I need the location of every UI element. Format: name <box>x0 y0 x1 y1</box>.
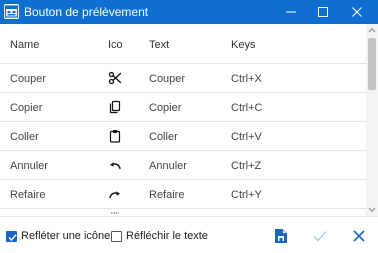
checkmark-icon <box>313 231 327 242</box>
reflect-icon-checkbox[interactable] <box>6 231 17 242</box>
row-keys: Ctrl+Z <box>231 160 262 172</box>
vertical-scrollbar[interactable] <box>366 24 378 216</box>
app-window-icon <box>4 4 19 19</box>
save-button[interactable] <box>271 226 291 246</box>
row-text: Copier <box>149 102 182 114</box>
row-text: Couper <box>149 73 186 85</box>
column-header-ico[interactable]: Ico <box>108 39 123 51</box>
save-file-icon <box>275 229 287 243</box>
window-title: Bouton de prélèvement <box>24 5 149 19</box>
scissors-icon <box>108 71 122 85</box>
close-window-button[interactable] <box>340 0 374 24</box>
maximize-icon <box>318 7 328 17</box>
undo-icon <box>108 158 122 172</box>
row-keys: Ctrl+Y <box>231 189 262 201</box>
table-row[interactable]: Copier Copier Ctrl+C <box>0 92 366 121</box>
minimize-icon <box>286 11 296 13</box>
table-row[interactable]: Annuler Annuler Ctrl+Z <box>0 150 366 179</box>
column-header-keys[interactable]: Keys <box>231 39 255 51</box>
row-text: Annuler <box>149 160 187 172</box>
clipboard-icon <box>108 129 122 143</box>
table-row[interactable]: Coller Coller Ctrl+V <box>0 121 366 150</box>
title-bar: Bouton de prélèvement <box>0 0 378 24</box>
minimize-button[interactable] <box>274 0 308 24</box>
maximize-button[interactable] <box>306 0 340 24</box>
row-keys: Ctrl+X <box>231 73 262 85</box>
command-table: Name Ico Text Keys Couper Couper Ctrl+X … <box>0 24 366 216</box>
scrollbar-thumb[interactable] <box>368 38 376 90</box>
table-row[interactable]: Refaire Refaire Ctrl+Y <box>0 179 366 208</box>
cancel-button[interactable] <box>349 226 369 246</box>
scroll-up-arrow-icon[interactable] <box>366 24 378 36</box>
row-name: Copier <box>10 102 43 114</box>
reflect-icon-label[interactable]: Refléter une icône <box>21 230 110 242</box>
column-header-text[interactable]: Text <box>149 39 169 51</box>
close-icon <box>353 230 365 242</box>
row-name: Couper <box>10 73 47 85</box>
table-row[interactable] <box>0 208 366 216</box>
footer-bar: Refléter une icône Réfléchir le texte <box>0 216 378 253</box>
row-text: Coller <box>149 131 178 143</box>
row-name: Refaire <box>10 189 46 201</box>
row-keys: Ctrl+C <box>231 102 263 114</box>
row-name: Coller <box>10 131 39 143</box>
row-keys: Ctrl+V <box>231 131 262 143</box>
checkmark-icon <box>8 234 17 242</box>
copy-icon <box>108 100 122 114</box>
reflect-text-label[interactable]: Réfléchir le texte <box>126 230 208 242</box>
confirm-button[interactable] <box>310 226 330 246</box>
table-row[interactable]: Couper Couper Ctrl+X <box>0 63 366 92</box>
row-text: Refaire <box>149 189 185 201</box>
column-header-name[interactable]: Name <box>10 39 39 51</box>
row-name: Annuler <box>10 160 48 172</box>
close-icon <box>352 7 362 17</box>
scroll-down-arrow-icon[interactable] <box>366 204 378 216</box>
redo-icon <box>108 187 122 201</box>
reflect-text-checkbox[interactable] <box>111 231 122 242</box>
